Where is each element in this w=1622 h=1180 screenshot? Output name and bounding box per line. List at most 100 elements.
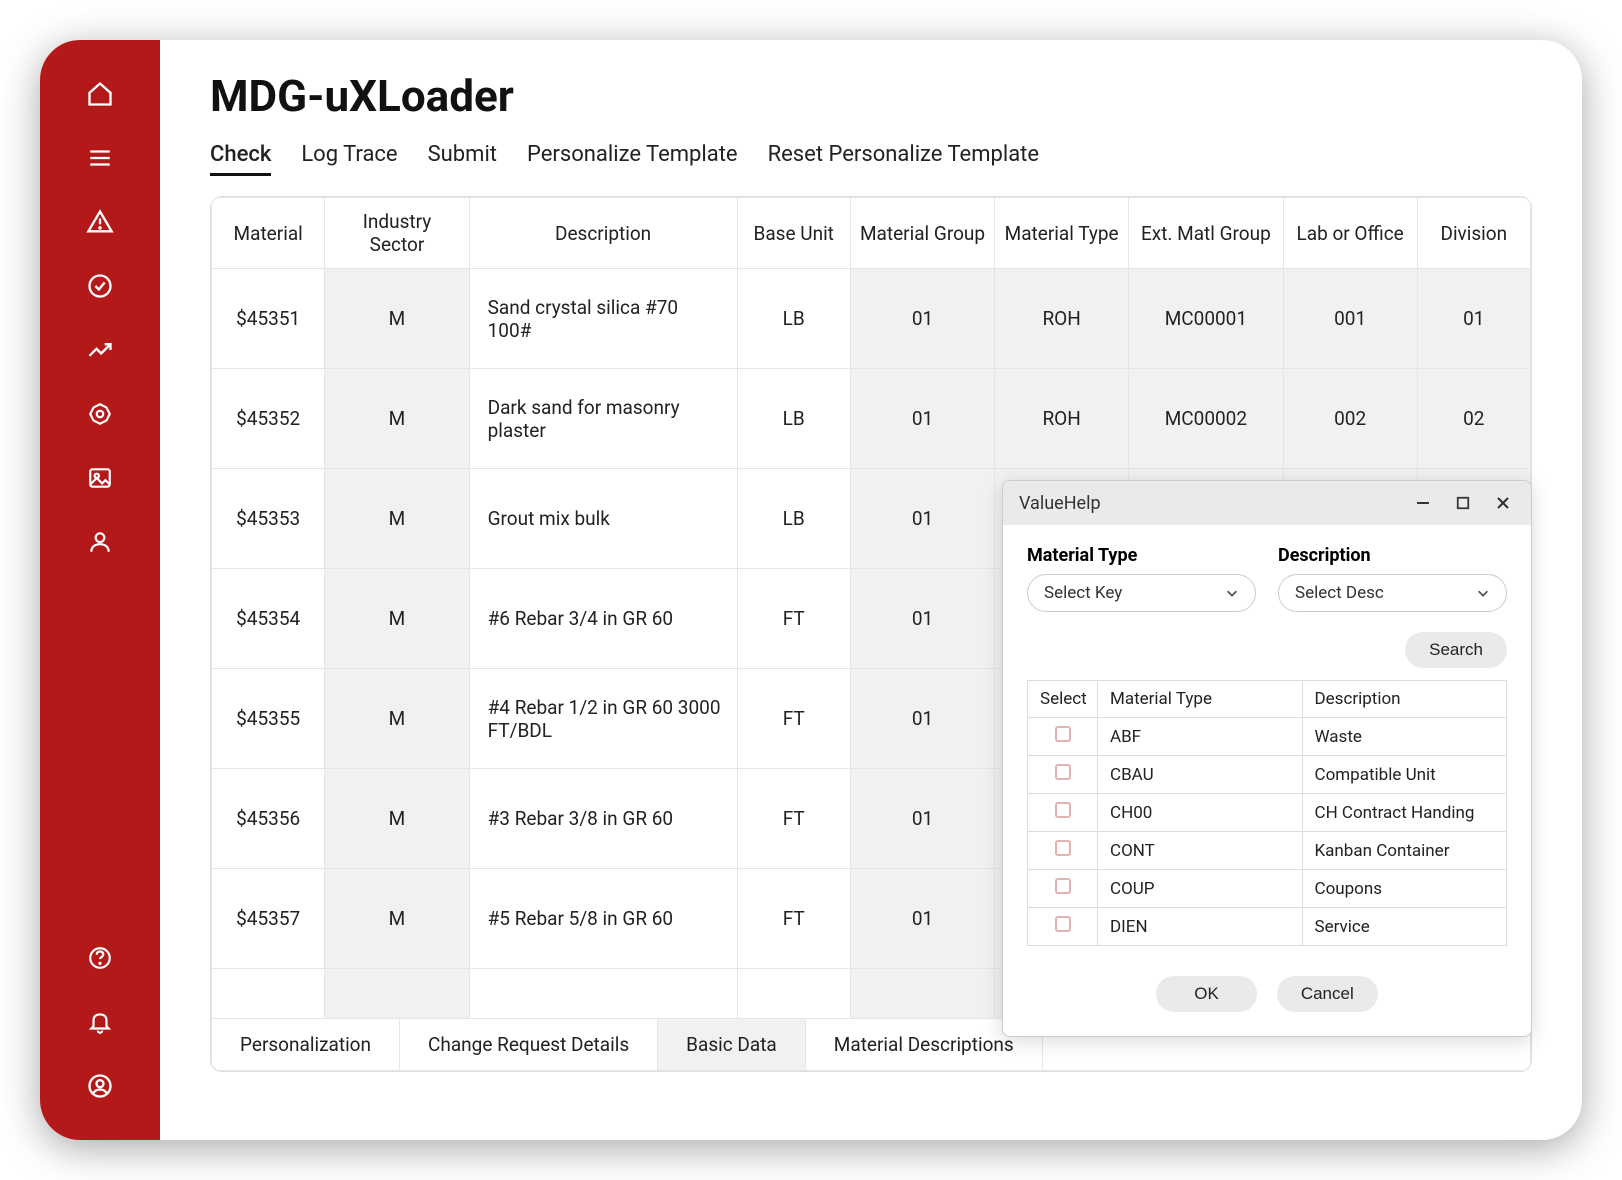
table-row[interactable]: $45351MSand crystal silica #70 100#LB01R… [212,269,1531,369]
dialog-titlebar[interactable]: ValueHelp [1003,481,1531,525]
table-cell[interactable]: ROH [995,269,1129,369]
maximize-icon[interactable] [1451,491,1475,515]
table-cell[interactable]: LB [737,369,850,469]
table-cell[interactable]: M [325,669,469,769]
table-cell[interactable]: #6 Rebar 3/4 in GR 60 [469,569,737,669]
table-cell[interactable]: 002 [1283,369,1417,469]
column-header[interactable]: Division [1417,198,1530,269]
table-cell[interactable]: MC00002 [1129,369,1284,469]
table-cell[interactable]: #4 Rebar 1/2 in GR 60 3000 FT/BDL [469,669,737,769]
lifebuoy-icon[interactable] [76,390,124,438]
vh-row[interactable]: DIENService [1028,908,1507,946]
vh-row[interactable]: CH00CH Contract Handing [1028,794,1507,832]
table-cell[interactable] [737,969,850,1019]
table-cell[interactable]: ROH [995,369,1129,469]
table-cell[interactable]: 01 [850,769,994,869]
table-cell[interactable] [469,969,737,1019]
table-cell[interactable]: M [325,769,469,869]
user-icon[interactable] [76,518,124,566]
minimize-icon[interactable] [1411,491,1435,515]
table-cell[interactable]: M [325,869,469,969]
table-cell[interactable] [850,969,994,1019]
table-cell[interactable]: 001 [1283,269,1417,369]
table-cell[interactable]: 01 [850,369,994,469]
table-cell[interactable]: 01 [850,869,994,969]
vh-select-cell[interactable] [1028,870,1098,908]
table-cell[interactable]: $45351 [212,269,325,369]
column-header[interactable]: Description [469,198,737,269]
table-cell[interactable] [212,969,325,1019]
table-cell[interactable]: FT [737,869,850,969]
column-header[interactable]: Material Type [995,198,1129,269]
bottom-tab-personalization[interactable]: Personalization [212,1019,400,1070]
table-cell[interactable]: 01 [850,269,994,369]
column-header[interactable]: Material [212,198,325,269]
search-button[interactable]: Search [1405,632,1507,668]
home-icon[interactable] [76,70,124,118]
vh-row[interactable]: CBAUCompatible Unit [1028,756,1507,794]
table-cell[interactable]: MC00001 [1129,269,1284,369]
menu-icon[interactable] [76,134,124,182]
bottom-tab-basic-data[interactable]: Basic Data [658,1019,806,1070]
table-cell[interactable]: $45355 [212,669,325,769]
table-cell[interactable]: 02 [1417,369,1530,469]
table-cell[interactable]: FT [737,569,850,669]
checkbox[interactable] [1055,764,1071,780]
table-cell[interactable]: $45354 [212,569,325,669]
table-cell[interactable]: M [325,269,469,369]
table-cell[interactable]: FT [737,769,850,869]
column-header[interactable]: Base Unit [737,198,850,269]
toolbar-item-reset-personalize-template[interactable]: Reset Personalize Template [768,142,1039,176]
table-cell[interactable]: $45357 [212,869,325,969]
table-cell[interactable]: FT [737,669,850,769]
vh-select-cell[interactable] [1028,794,1098,832]
table-cell[interactable]: M [325,469,469,569]
vh-row[interactable]: ABFWaste [1028,718,1507,756]
description-select[interactable]: Select Desc [1278,574,1507,612]
account-icon[interactable] [76,1062,124,1110]
table-row[interactable]: $45352MDark sand for masonry plasterLB01… [212,369,1531,469]
checkbox[interactable] [1055,726,1071,742]
table-cell[interactable]: Sand crystal silica #70 100# [469,269,737,369]
vh-row[interactable]: COUPCoupons [1028,870,1507,908]
table-cell[interactable]: LB [737,469,850,569]
column-header[interactable]: Lab or Office [1283,198,1417,269]
table-cell[interactable]: #5 Rebar 5/8 in GR 60 [469,869,737,969]
toolbar-item-submit[interactable]: Submit [428,142,497,176]
vh-select-cell[interactable] [1028,718,1098,756]
image-icon[interactable] [76,454,124,502]
check-circle-icon[interactable] [76,262,124,310]
ok-button[interactable]: OK [1156,976,1257,1012]
vh-select-cell[interactable] [1028,756,1098,794]
toolbar-item-personalize-template[interactable]: Personalize Template [527,142,738,176]
cancel-button[interactable]: Cancel [1277,976,1378,1012]
column-header[interactable]: Industry Sector [325,198,469,269]
material-type-select[interactable]: Select Key [1027,574,1256,612]
table-cell[interactable]: #3 Rebar 3/8 in GR 60 [469,769,737,869]
checkbox[interactable] [1055,802,1071,818]
table-cell[interactable]: 01 [850,569,994,669]
table-cell[interactable]: $45353 [212,469,325,569]
table-cell[interactable]: 01 [850,669,994,769]
trend-icon[interactable] [76,326,124,374]
table-cell[interactable] [325,969,469,1019]
table-cell[interactable]: M [325,369,469,469]
bell-icon[interactable] [76,998,124,1046]
table-cell[interactable]: LB [737,269,850,369]
column-header[interactable]: Ext. Matl Group [1129,198,1284,269]
bottom-tab-change-request-details[interactable]: Change Request Details [400,1019,658,1070]
table-cell[interactable]: Dark sand for masonry plaster [469,369,737,469]
close-icon[interactable] [1491,491,1515,515]
checkbox[interactable] [1055,916,1071,932]
checkbox[interactable] [1055,878,1071,894]
table-cell[interactable]: M [325,569,469,669]
table-cell[interactable]: $45352 [212,369,325,469]
table-cell[interactable]: Grout mix bulk [469,469,737,569]
table-cell[interactable]: 01 [850,469,994,569]
vh-row[interactable]: CONTKanban Container [1028,832,1507,870]
vh-select-cell[interactable] [1028,908,1098,946]
help-icon[interactable] [76,934,124,982]
vh-select-cell[interactable] [1028,832,1098,870]
toolbar-item-log-trace[interactable]: Log Trace [301,142,397,176]
toolbar-item-check[interactable]: Check [210,142,271,176]
